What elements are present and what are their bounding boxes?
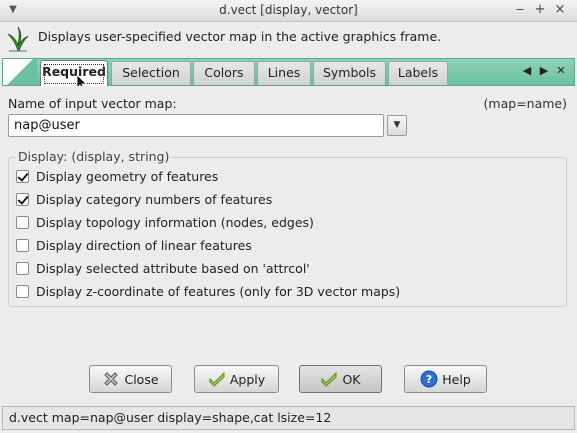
checkbox-attribute[interactable] xyxy=(16,261,29,275)
grass-icon xyxy=(7,26,29,52)
tab-selection-label: Selection xyxy=(122,65,180,80)
input-map-field[interactable] xyxy=(8,114,384,137)
minimize-button[interactable]: ‒ xyxy=(512,2,528,18)
option-zcoord-label: Display z-coordinate of features (only f… xyxy=(36,283,401,299)
option-geometry-label: Display geometry of features xyxy=(36,168,219,184)
command-statusbar: d.vect map=nap@user display=shape,cat ls… xyxy=(2,406,575,430)
window-title: d.vect [display, vector] xyxy=(219,3,358,17)
option-attribute-label: Display selected attribute based on 'att… xyxy=(36,260,310,276)
tab-lines-label: Lines xyxy=(267,65,301,80)
display-group-label: Display: (display, string) xyxy=(16,149,172,164)
option-category[interactable]: Display category numbers of features xyxy=(16,190,272,208)
checkbox-geometry[interactable] xyxy=(16,169,29,183)
option-attribute[interactable]: Display selected attribute based on 'att… xyxy=(16,259,310,277)
checkbox-direction[interactable] xyxy=(16,238,29,252)
tab-selection[interactable]: Selection xyxy=(111,61,191,85)
help-button[interactable]: ? Help xyxy=(404,365,487,393)
tab-focus-ring xyxy=(44,64,104,84)
svg-text:?: ? xyxy=(426,373,432,386)
close-x-icon xyxy=(104,372,119,386)
apply-button[interactable]: Apply xyxy=(194,365,279,393)
tab-close-icon[interactable]: ✕ xyxy=(553,64,569,77)
option-direction[interactable]: Display direction of linear features xyxy=(16,236,252,254)
close-button-label: Close xyxy=(124,371,159,387)
tab-prev-icon[interactable]: ◀ xyxy=(519,64,535,77)
option-topology[interactable]: Display topology information (nodes, edg… xyxy=(16,213,314,231)
title-bar: ▼ d.vect [display, vector] ‒ + × xyxy=(0,0,577,22)
tab-lines[interactable]: Lines xyxy=(257,61,311,85)
tab-symbols-label: Symbols xyxy=(322,65,377,80)
tab-required[interactable]: Required xyxy=(40,60,108,87)
option-direction-label: Display direction of linear features xyxy=(36,237,252,253)
input-map-label: Name of input vector map: xyxy=(8,96,177,111)
ok-button[interactable]: OK xyxy=(299,365,382,393)
ok-button-label: OK xyxy=(342,371,361,387)
tab-colors-label: Colors xyxy=(204,65,244,80)
option-topology-label: Display topology information (nodes, edg… xyxy=(36,214,314,230)
maximize-button[interactable]: + xyxy=(532,2,548,18)
tab-labels[interactable]: Labels xyxy=(388,61,448,85)
option-geometry[interactable]: Display geometry of features xyxy=(16,167,218,185)
tab-next-icon[interactable]: ▶ xyxy=(536,64,552,77)
tab-colors[interactable]: Colors xyxy=(193,61,255,85)
option-category-label: Display category numbers of features xyxy=(36,191,273,207)
checkbox-category[interactable] xyxy=(16,192,29,206)
checkbox-topology[interactable] xyxy=(16,215,29,229)
apply-check-icon xyxy=(209,371,225,387)
tab-symbols[interactable]: Symbols xyxy=(313,61,386,85)
help-button-label: Help xyxy=(442,371,471,387)
description-text: Displays user-specified vector map in th… xyxy=(38,29,442,44)
module-description: Displays user-specified vector map in th… xyxy=(0,22,577,56)
checkbox-zcoord[interactable] xyxy=(16,284,29,298)
tab-strip-corner xyxy=(3,59,37,85)
chevron-down-icon[interactable]: ▼ xyxy=(387,115,407,136)
help-icon: ? xyxy=(420,370,438,388)
option-zcoord[interactable]: Display z-coordinate of features (only f… xyxy=(16,282,400,300)
close-window-button[interactable]: × xyxy=(552,2,568,18)
tab-labels-label: Labels xyxy=(397,65,439,80)
apply-button-label: Apply xyxy=(229,371,266,387)
close-button[interactable]: Close xyxy=(89,365,172,393)
input-map-hint: (map=name) xyxy=(483,96,567,111)
ok-check-icon xyxy=(321,371,337,387)
